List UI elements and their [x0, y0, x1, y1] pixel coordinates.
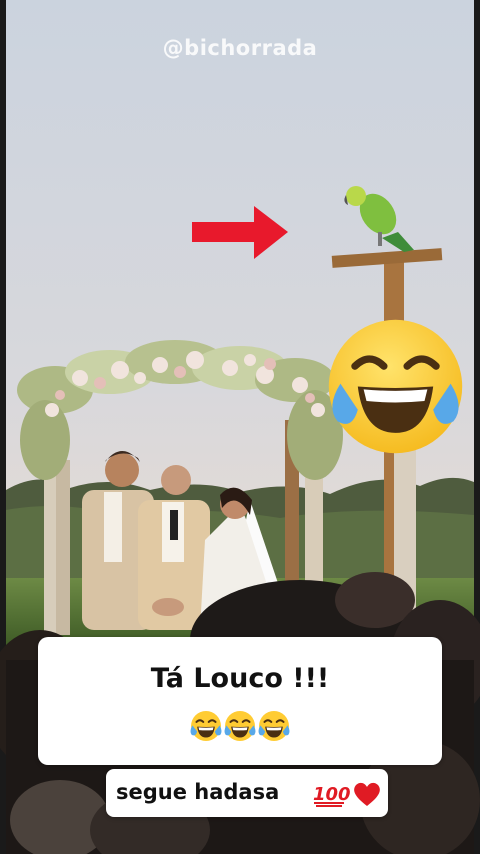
watermark: @bichorrada — [162, 36, 318, 60]
hundred-points-icon: 100 — [313, 784, 350, 807]
follow-banner: segue hadasa 100 — [106, 769, 388, 817]
follow-text: segue hadasa — [116, 780, 280, 804]
tears-of-joy-icon — [190, 710, 222, 741]
caption-emoji-row — [38, 705, 442, 745]
red-heart-icon — [354, 782, 380, 806]
red-arrow-icon — [192, 206, 288, 259]
tears-of-joy-icon — [224, 710, 256, 741]
svg-text:100: 100 — [313, 784, 350, 805]
video-frame: @bichorrada Tá Louco !!! segue hadasa 10… — [0, 0, 480, 854]
tears-of-joy-icon — [258, 710, 290, 741]
caption-box: Tá Louco !!! — [38, 637, 442, 765]
caption-title: Tá Louco !!! — [150, 663, 330, 694]
tears-of-joy-icon — [328, 319, 463, 454]
